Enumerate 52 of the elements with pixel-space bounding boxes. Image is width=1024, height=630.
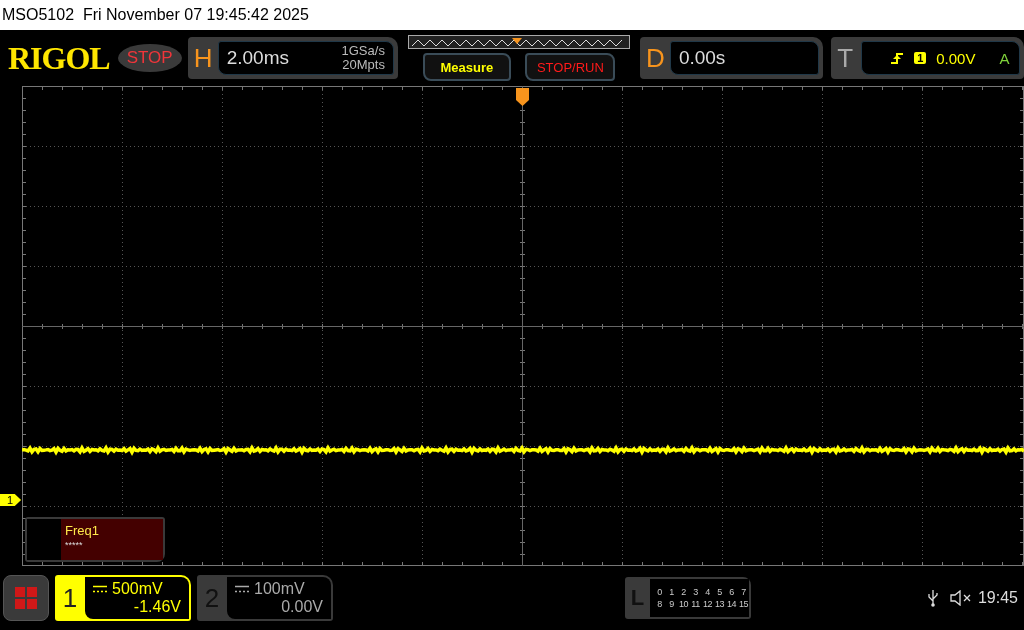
rising-edge-icon [890,51,905,65]
dc-coupling-icon [235,585,249,593]
logic-channel-number: 4 [704,587,711,597]
logic-channel-number: 3 [692,587,699,597]
logic-channel-number: 10 [678,599,689,609]
channel-panel[interactable]: 1 500mV -1.46V [55,575,191,621]
grid-squares-icon [15,587,37,609]
run-state-badge: STOP [117,44,182,72]
logic-channel-number: 7 [740,587,747,597]
menu-button[interactable] [3,575,49,621]
trigger-mode: A [999,49,1010,67]
logic-channel-number: 12 [702,599,713,609]
logic-channel-number: 9 [668,599,675,609]
logic-channel-number: 11 [690,599,701,609]
channel-offset: -1.46V [133,598,181,616]
channel-scale: 500mV [112,580,163,598]
trigger-position-icon [516,88,529,106]
speaker-muted-icon [949,590,972,606]
delay-label: D [645,42,664,74]
logic-channel-number: 15 [738,599,749,609]
trigger-level: 0.00V [936,49,976,67]
delay-panel[interactable]: D 0.00s [639,37,824,79]
measurement-name: Freq1 [61,519,163,540]
logic-channel-number: 1 [668,587,675,597]
clock-time: 19:45 [977,589,1018,607]
measure-button[interactable]: Measure [422,53,511,81]
channel-offset: 0.00V [281,598,323,616]
horizontal-panel[interactable]: H 2.00ms 1GSa/s 20Mpts [187,37,398,79]
logic-channel-number: 2 [680,587,687,597]
sample-rate: 1GSa/s [341,44,385,58]
horizontal-label: H [193,42,212,74]
logic-channel-number: 5 [716,587,723,597]
memory-depth: 20Mpts [342,58,385,72]
logic-channel-number: 8 [656,599,663,609]
trigger-label: T [837,42,854,74]
window-title: MSO5102 Fri November 07 19:45:42 2025 [2,6,309,24]
measurement-value: ***** [61,540,163,560]
channel-scale: 100mV [254,580,305,598]
channel-number: 1 [61,581,79,615]
brand-logo: RIGOL [8,39,110,77]
delay-value: 0.00s [678,47,726,69]
trigger-panel[interactable]: T 1 0.00V A [831,37,1024,79]
timebase-value: 2.00ms [226,47,289,69]
logic-channel-number: 6 [728,587,735,597]
trigger-source-badge: 1 [914,52,927,64]
logic-channel-number: 0 [656,587,663,597]
usb-icon [927,589,938,607]
channel-offset-marker[interactable]: 1 [0,494,22,506]
logic-channel-number: 13 [714,599,725,609]
dc-coupling-icon [93,585,107,593]
stop-run-button[interactable]: STOP/RUN [524,53,615,81]
logic-channel-number: 14 [726,599,737,609]
